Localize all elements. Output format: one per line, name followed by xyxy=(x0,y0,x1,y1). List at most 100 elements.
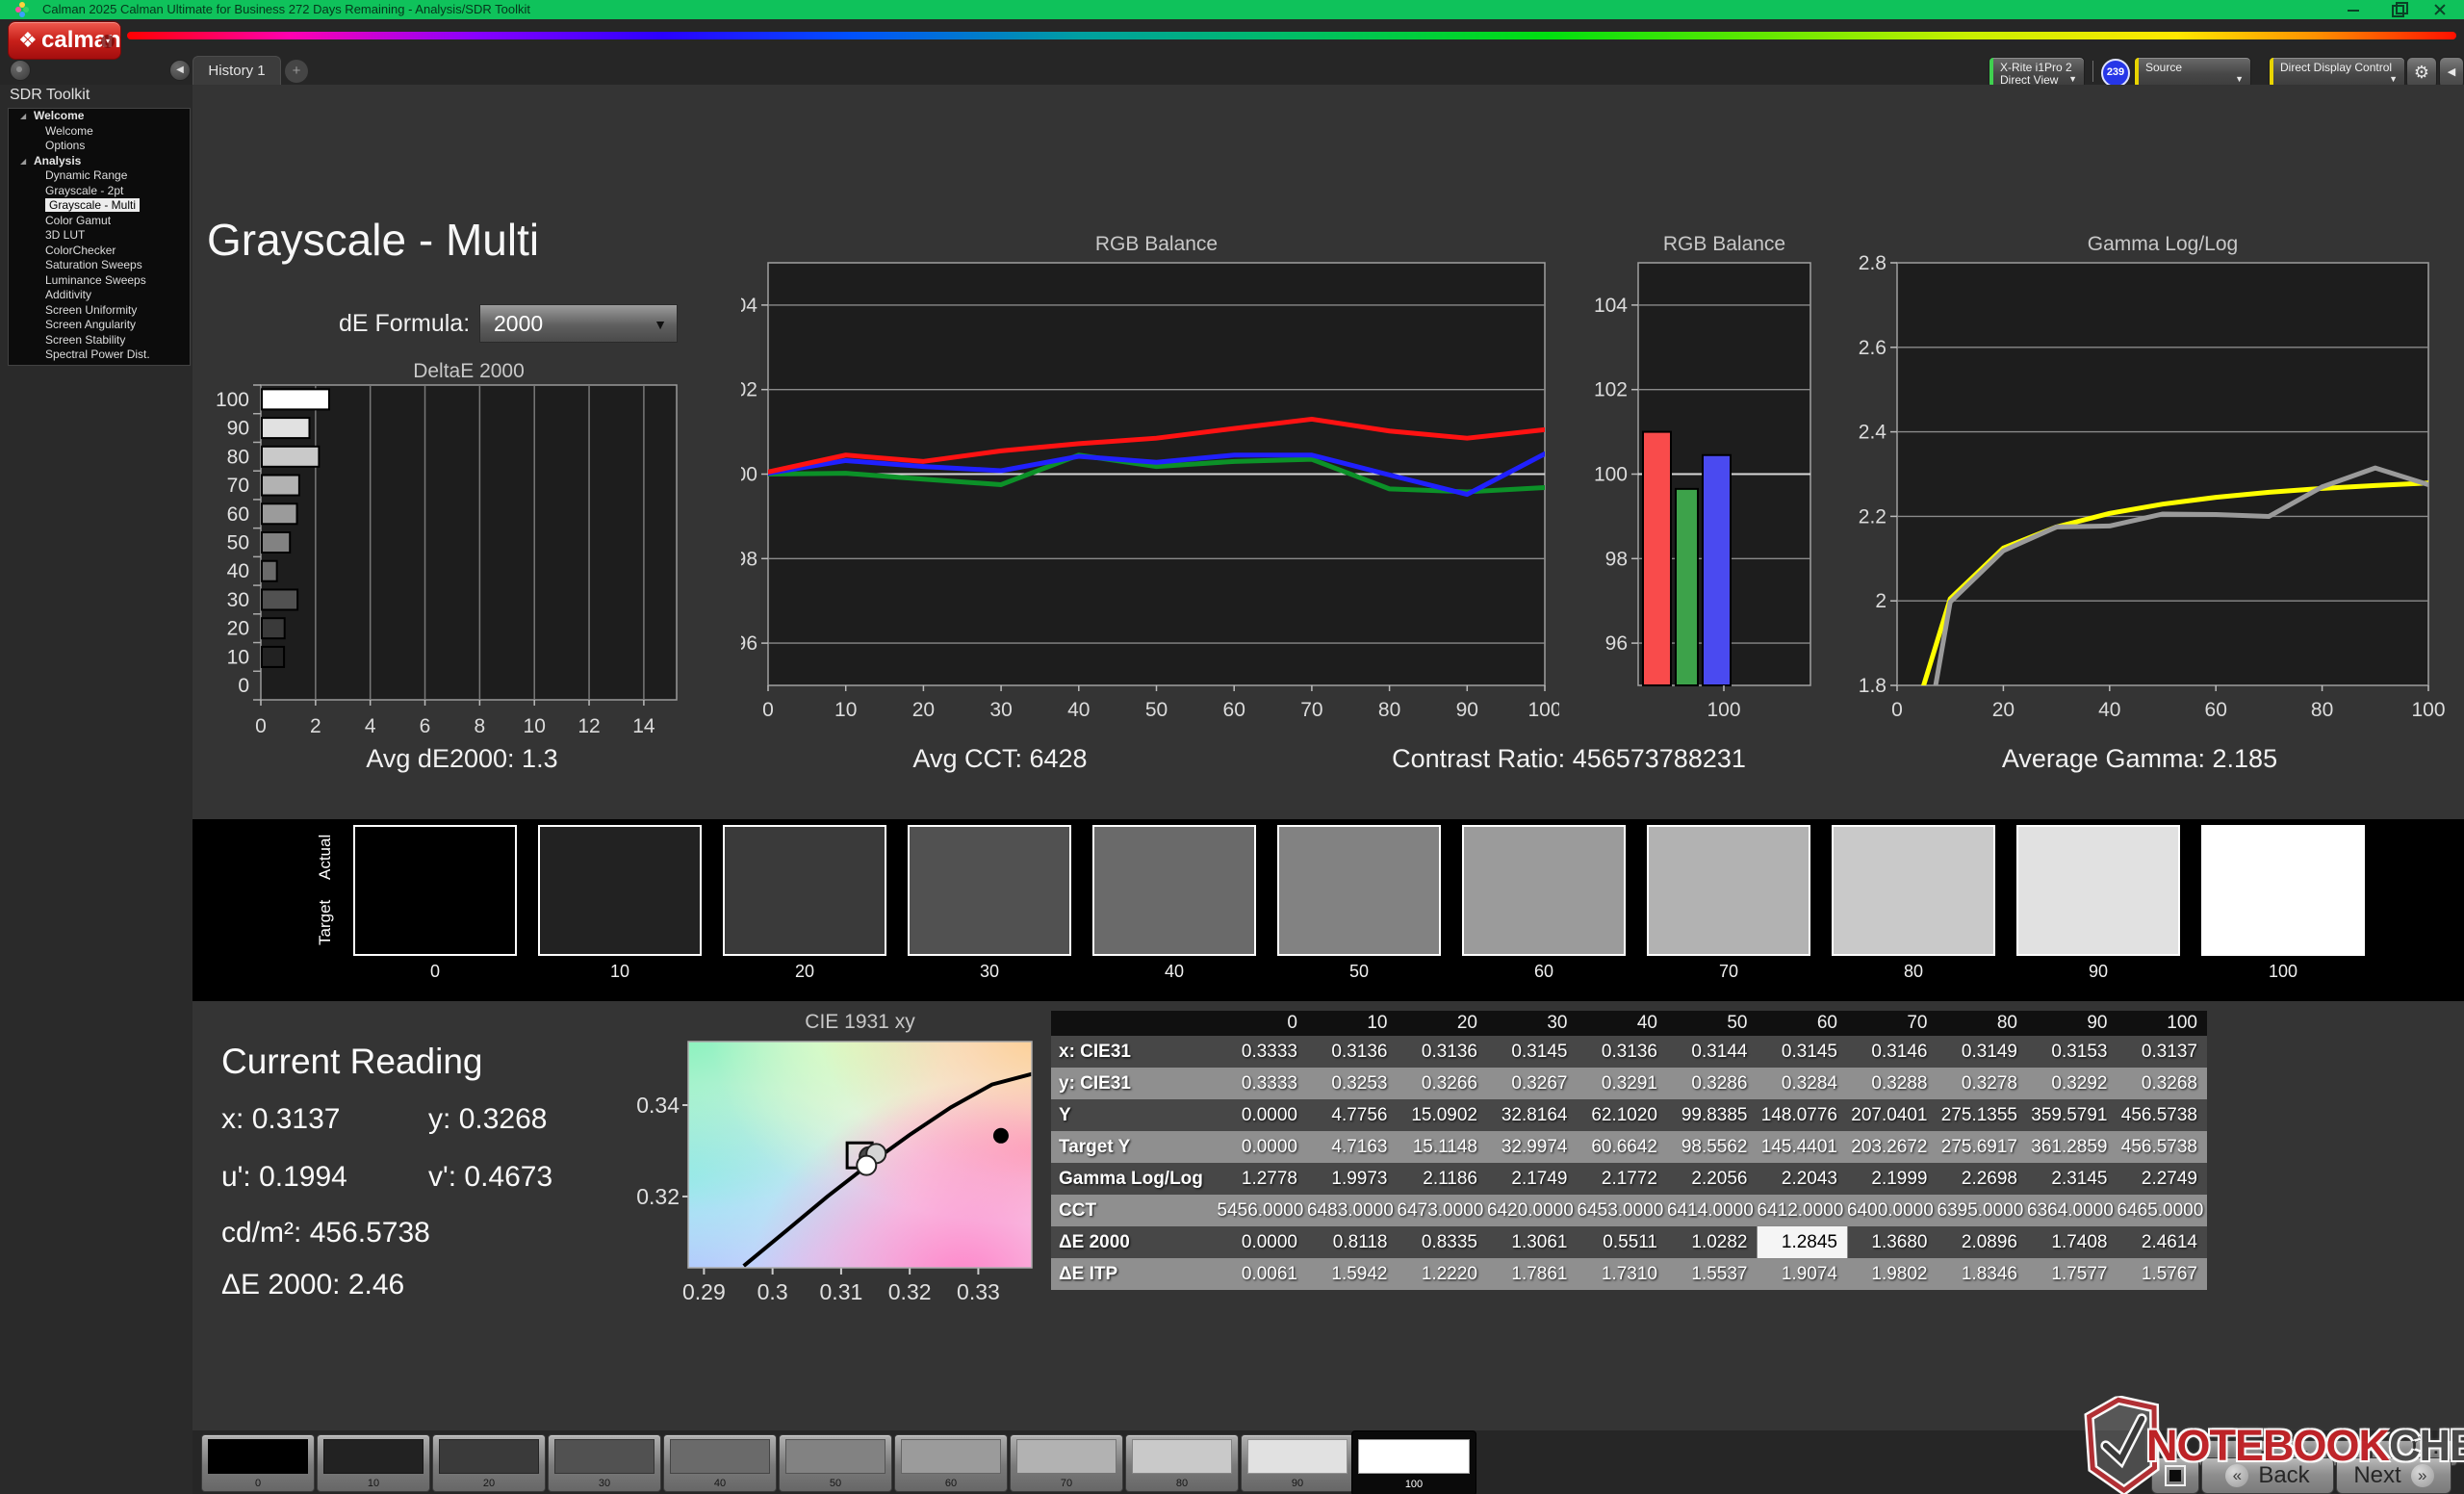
table-cell: 0.3284 xyxy=(1758,1068,1848,1099)
minimize-button[interactable] xyxy=(2337,0,2370,19)
table-cell: 6414.0000 xyxy=(1667,1195,1758,1226)
grayscale-level-button-0[interactable]: 0 xyxy=(201,1434,315,1492)
grayscale-level-button-20[interactable]: 20 xyxy=(432,1434,546,1492)
grayscale-level-button-30[interactable]: 30 xyxy=(548,1434,661,1492)
table-row: Target Y0.00004.716315.114832.997460.664… xyxy=(1051,1131,2207,1163)
sidebar-item-welcome[interactable]: Welcome xyxy=(9,124,190,140)
grayscale-level-button-100[interactable]: 100 xyxy=(1351,1430,1476,1494)
table-cell: 99.8385 xyxy=(1667,1099,1758,1131)
swatch-label: 30 xyxy=(908,962,1071,982)
sidebar-item-luminance-sweeps[interactable]: Luminance Sweeps xyxy=(9,273,190,289)
sidebar-item-saturation-sweeps[interactable]: Saturation Sweeps xyxy=(9,258,190,273)
sidebar-item-options[interactable]: Options xyxy=(9,139,190,154)
table-cell: 0.8118 xyxy=(1307,1226,1398,1258)
sidebar-item-label: Color Gamut xyxy=(45,214,111,227)
add-tab-button[interactable]: + xyxy=(285,60,308,83)
table-cell: 0.3144 xyxy=(1667,1036,1758,1068)
svg-text:60: 60 xyxy=(2205,699,2227,721)
tree-expander-icon[interactable] xyxy=(20,109,26,124)
table-column-header: 70 xyxy=(1847,1011,1938,1036)
svg-text:30: 30 xyxy=(227,589,249,611)
sidebar-group-analysis[interactable]: Analysis xyxy=(9,154,190,169)
grayscale-level-button-10[interactable]: 10 xyxy=(317,1434,430,1492)
sidebar-options-button[interactable] xyxy=(10,60,31,81)
chevron-right-icon xyxy=(2411,1464,2434,1487)
table-row: Y0.00004.775615.090232.816462.102099.838… xyxy=(1051,1099,2207,1131)
table-cell: 32.8164 xyxy=(1487,1099,1578,1131)
grayscale-level-button-40[interactable]: 40 xyxy=(663,1434,777,1492)
table-cell: 0.5511 xyxy=(1578,1226,1668,1258)
sidebar-item-screen-angularity[interactable]: Screen Angularity xyxy=(9,318,190,333)
level-label: 10 xyxy=(318,1478,429,1489)
stop-measure-button[interactable] xyxy=(2151,1457,2199,1494)
chevron-down-icon xyxy=(2235,74,2244,84)
svg-text:80: 80 xyxy=(227,446,249,468)
sidebar-item-colorchecker[interactable]: ColorChecker xyxy=(9,244,190,259)
page-title: Grayscale - Multi xyxy=(207,214,539,266)
workflow-title: SDR Toolkit xyxy=(10,87,90,104)
next-button[interactable]: Next xyxy=(2336,1457,2451,1494)
display-control-accent xyxy=(2270,58,2273,88)
sidebar-item-additivity[interactable]: Additivity xyxy=(9,288,190,303)
grayscale-swatch-70 xyxy=(1647,825,1810,956)
close-button[interactable] xyxy=(2424,0,2456,19)
grayscale-level-button-70[interactable]: 70 xyxy=(1010,1434,1123,1492)
sidebar-item-spectral-power-dist[interactable]: Spectral Power Dist. xyxy=(9,348,190,363)
table-cell: 0.3292 xyxy=(2027,1068,2118,1099)
deltae-bar-chart: DeltaE 200002468101214100908070605040302… xyxy=(217,358,698,743)
table-cell: 1.3061 xyxy=(1487,1226,1578,1258)
gamma-log-chart: 2.82.62.42.221.8020406080100Gamma Log/Lo… xyxy=(1834,231,2464,732)
table-cell: 1.7577 xyxy=(2027,1258,2118,1290)
sidebar-item-label: ColorChecker xyxy=(45,244,116,257)
sidebar-item-screen-uniformity[interactable]: Screen Uniformity xyxy=(9,303,190,319)
svg-text:96: 96 xyxy=(741,632,757,655)
sidebar-group-welcome[interactable]: Welcome xyxy=(9,109,190,124)
grayscale-level-button-90[interactable]: 90 xyxy=(1241,1434,1354,1492)
grayscale-swatch-40 xyxy=(1092,825,1256,956)
table-cell: 207.0401 xyxy=(1847,1099,1938,1131)
sidebar-item-label: Options xyxy=(45,139,85,152)
source-status-accent xyxy=(2135,58,2139,88)
sidebar-item-grayscale-2pt[interactable]: Grayscale - 2pt xyxy=(9,184,190,199)
table-row: x: CIE310.33330.31360.31360.31450.31360.… xyxy=(1051,1036,2207,1068)
sidebar-item-label: Saturation Sweeps xyxy=(45,258,142,271)
grayscale-level-button-60[interactable]: 60 xyxy=(894,1434,1008,1492)
sidebar-item-color-gamut[interactable]: Color Gamut xyxy=(9,214,190,229)
tab-history-1[interactable]: History 1 xyxy=(192,56,281,86)
chevron-down-icon xyxy=(2068,74,2077,84)
svg-text:10: 10 xyxy=(834,699,857,721)
sidebar-item-dynamic-range[interactable]: Dynamic Range xyxy=(9,168,190,184)
svg-text:100: 100 xyxy=(217,389,249,411)
sidebar-item-label: Screen Stability xyxy=(45,333,125,347)
tree-expander-icon[interactable] xyxy=(20,154,26,169)
restore-button[interactable] xyxy=(2380,0,2413,19)
level-label: 50 xyxy=(780,1478,891,1489)
calman-diamond-icon xyxy=(18,28,38,53)
meter-count-badge[interactable]: 239 xyxy=(2101,59,2130,88)
svg-text:98: 98 xyxy=(741,548,757,570)
svg-text:DeltaE 2000: DeltaE 2000 xyxy=(413,360,525,382)
svg-text:0.29: 0.29 xyxy=(682,1279,726,1304)
sidebar-item-screen-stability[interactable]: Screen Stability xyxy=(9,333,190,348)
table-cell: 0.3136 xyxy=(1398,1036,1488,1068)
calman-menu-button[interactable]: calman xyxy=(8,21,121,60)
sidebar-item-3d-lut[interactable]: 3D LUT xyxy=(9,228,190,244)
table-cell: 2.3145 xyxy=(2027,1163,2118,1195)
table-cell: 0.8335 xyxy=(1398,1226,1488,1258)
level-swatch xyxy=(554,1439,654,1474)
table-cell: 0.3268 xyxy=(2118,1068,2208,1099)
grayscale-level-button-80[interactable]: 80 xyxy=(1125,1434,1239,1492)
back-button[interactable]: Back xyxy=(2201,1457,2334,1494)
table-cell: 1.2845 xyxy=(1758,1226,1848,1258)
table-cell: 6420.0000 xyxy=(1487,1195,1578,1226)
sidebar-item-grayscale-multi[interactable]: Grayscale - Multi xyxy=(9,198,190,214)
grayscale-swatch-100 xyxy=(2201,825,2365,956)
level-swatch xyxy=(1016,1439,1116,1474)
de-formula-dropdown[interactable]: 2000 xyxy=(479,304,678,343)
grayscale-level-button-50[interactable]: 50 xyxy=(779,1434,892,1492)
table-cell: 275.1355 xyxy=(1938,1099,2028,1131)
table-cell: 60.6642 xyxy=(1578,1131,1668,1163)
collapse-sidebar-button[interactable] xyxy=(169,60,191,81)
table-cell: 2.1999 xyxy=(1847,1163,1938,1195)
table-cell: 0.3253 xyxy=(1307,1068,1398,1099)
